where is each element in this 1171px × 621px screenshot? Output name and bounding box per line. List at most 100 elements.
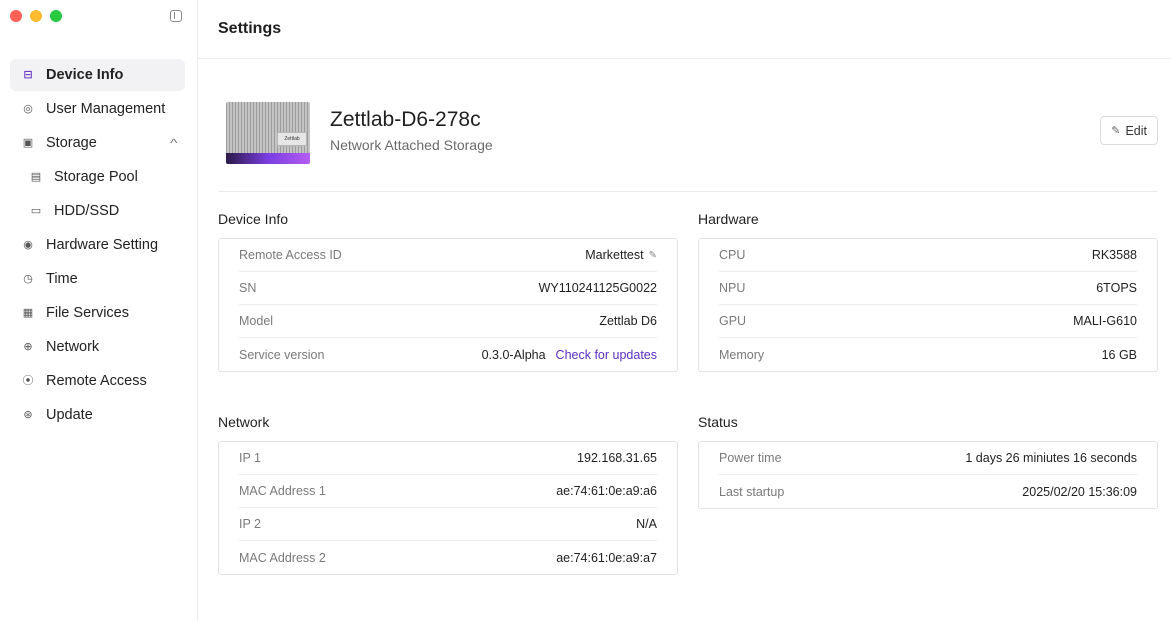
check-for-updates-link[interactable]: Check for updates (556, 348, 657, 362)
table-row: MAC Address 2 ae:74:61:0e:a9:a7 (239, 541, 657, 574)
row-value: RK3588 (1091, 248, 1137, 262)
sidebar-item-file-services[interactable]: ▦ File Services (10, 297, 185, 329)
sidebar-item-label: Hardware Setting (46, 237, 159, 253)
table-row: NPU 6TOPS (719, 272, 1137, 305)
row-value: 2025/02/20 15:36:09 (1022, 484, 1137, 499)
sidebar-item-user-management[interactable]: ◎ User Management (10, 93, 185, 125)
row-label: Model (239, 314, 274, 328)
top-bar: Settings (198, 0, 1171, 59)
sidebar-item-label: Remote Access (46, 373, 147, 389)
sidebar-item-label: Device Info (46, 67, 124, 83)
sidebar-item-label: Update (46, 407, 93, 423)
table-row: MAC Address 1 ae:74:61:0e:a9:a6 (239, 475, 657, 508)
table-row: Service version 0.3.0-Alpha Check for up… (239, 338, 657, 371)
sidebar-item-hdd-ssd[interactable]: ▭ HDD/SSD (10, 195, 185, 227)
window-controls (10, 10, 62, 22)
row-label: Last startup (719, 484, 785, 499)
device-info-card: Remote Access ID Markettest ✎ SN WY11024… (218, 238, 678, 372)
row-label: Memory (719, 347, 765, 362)
row-value: Markettest ✎ (585, 248, 657, 262)
row-value: 192.168.31.65 (577, 451, 657, 465)
pencil-icon[interactable]: ✎ (649, 250, 657, 261)
row-value: MALI-G610 (1073, 314, 1137, 328)
pencil-icon: ✎ (1111, 125, 1121, 137)
row-value: ae:74:61:0e:a9:a6 (556, 484, 657, 498)
table-row: CPU RK3588 (719, 239, 1137, 272)
service-version-value: 0.3.0-Alpha (481, 347, 546, 362)
device-light-bar (226, 153, 310, 164)
user-icon: ◎ (23, 102, 33, 115)
row-label: CPU (719, 248, 746, 262)
row-label: SN (239, 281, 257, 295)
row-value: 16 GB (1101, 347, 1137, 362)
sidebar: ⊟ Device Info ◎ User Management ▣ Storag… (0, 0, 198, 621)
row-label: Power time (719, 451, 782, 465)
storage-icon: ▣ (22, 136, 34, 149)
network-title: Network (218, 414, 270, 430)
table-row: SN WY110241125G0022 (239, 272, 657, 305)
row-value: 6TOPS (1096, 281, 1137, 295)
hardware-card: CPU RK3588 NPU 6TOPS GPU MALI-G610 Memor… (698, 238, 1158, 372)
device-name: Zettlab-D6-278c (330, 108, 481, 131)
row-label: MAC Address 1 (239, 484, 326, 498)
table-row: Power time 1 days 26 miniutes 16 seconds (719, 442, 1137, 475)
edit-button-label: Edit (1125, 123, 1147, 138)
row-label: NPU (719, 281, 746, 295)
file-icon: ▦ (22, 306, 34, 319)
device-logo-plate: Zettlab (277, 132, 307, 146)
device-header: Zettlab Zettlab-D6-278c Network Attached… (218, 100, 1158, 192)
update-icon: ⊛ (23, 408, 33, 421)
table-row: IP 2 N/A (239, 508, 657, 541)
network-card: IP 1 192.168.31.65 MAC Address 1 ae:74:6… (218, 441, 678, 575)
table-row: Last startup 2025/02/20 15:36:09 (719, 475, 1137, 508)
minimize-window-button[interactable] (30, 10, 42, 22)
status-card: Power time 1 days 26 miniutes 16 seconds… (698, 441, 1158, 509)
sidebar-item-label: HDD/SSD (54, 203, 120, 219)
row-value: Zettlab D6 (599, 314, 657, 328)
sidebar-item-time[interactable]: ◷ Time (10, 263, 185, 295)
antenna-icon: ⦿ (22, 374, 34, 387)
sidebar-item-update[interactable]: ⊛ Update (10, 399, 185, 431)
remote-access-id-value: Markettest (585, 248, 644, 262)
device-image: Zettlab (226, 102, 310, 164)
network-icon: ⊕ (23, 340, 33, 353)
sidebar-item-remote-access[interactable]: ⦿ Remote Access (10, 365, 185, 397)
page-title: Settings (218, 20, 282, 37)
row-value: 1 days 26 miniutes 16 seconds (965, 451, 1137, 465)
row-label: Remote Access ID (239, 248, 342, 262)
hardware-icon: ◉ (23, 238, 33, 251)
hardware-title: Hardware (698, 211, 759, 227)
sidebar-item-storage-pool[interactable]: ▤ Storage Pool (10, 161, 185, 193)
sidebar-item-label: User Management (46, 101, 166, 117)
sidebar-item-label: Storage Pool (54, 169, 138, 185)
row-value: 0.3.0-Alpha Check for updates (482, 348, 657, 362)
sidebar-item-hardware-setting[interactable]: ◉ Hardware Setting (10, 229, 185, 261)
sidebar-item-label: Network (46, 339, 100, 355)
status-title: Status (698, 414, 738, 430)
edit-button[interactable]: ✎ Edit (1100, 116, 1158, 145)
chevron-up-icon[interactable]: ^ (171, 136, 178, 150)
sidebar-nav: ⊟ Device Info ◎ User Management ▣ Storag… (10, 59, 185, 433)
sidebar-toggle-icon[interactable] (170, 10, 182, 22)
device-type: Network Attached Storage (330, 137, 493, 153)
row-value: N/A (636, 517, 657, 531)
row-value: ae:74:61:0e:a9:a7 (556, 550, 657, 565)
sidebar-item-label: Time (46, 271, 78, 287)
row-label: Service version (239, 347, 325, 362)
table-row: Remote Access ID Markettest ✎ (239, 239, 657, 272)
table-row: Model Zettlab D6 (239, 305, 657, 338)
sidebar-item-device-info[interactable]: ⊟ Device Info (10, 59, 185, 91)
row-label: IP 2 (239, 517, 262, 531)
device-icon: ⊟ (23, 68, 33, 81)
row-label: GPU (719, 314, 747, 328)
clock-icon: ◷ (23, 272, 33, 285)
sidebar-item-network[interactable]: ⊕ Network (10, 331, 185, 363)
maximize-window-button[interactable] (50, 10, 62, 22)
sidebar-item-storage[interactable]: ▣ Storage ^ (10, 127, 185, 159)
close-window-button[interactable] (10, 10, 22, 22)
table-row: Memory 16 GB (719, 338, 1137, 371)
row-value: WY110241125G0022 (538, 281, 657, 295)
sidebar-item-label: Storage (46, 135, 97, 151)
device-info-title: Device Info (218, 211, 289, 227)
table-row: IP 1 192.168.31.65 (239, 442, 657, 475)
